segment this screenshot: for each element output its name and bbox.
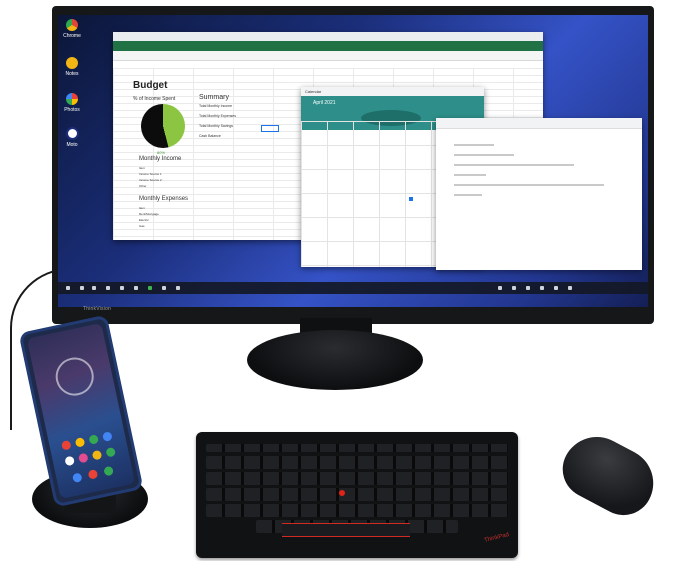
taskbar-app-icon[interactable] bbox=[120, 286, 124, 290]
status-icon[interactable] bbox=[568, 286, 572, 290]
pie-label: % of Income Spent bbox=[133, 96, 176, 102]
email-window[interactable] bbox=[436, 118, 642, 270]
phone-app-icon bbox=[74, 437, 86, 448]
taskbar-app-icon[interactable] bbox=[176, 286, 180, 290]
window-titlebar[interactable]: Calendar bbox=[301, 87, 484, 96]
key-row bbox=[206, 456, 508, 469]
desktop-icon-label: Chrome bbox=[63, 33, 81, 39]
key-row bbox=[206, 504, 508, 517]
window-titlebar[interactable] bbox=[436, 118, 642, 129]
taskbar-app-icon[interactable] bbox=[148, 286, 152, 290]
phone-app-icon bbox=[105, 446, 117, 458]
summary-line: Cash Balance bbox=[199, 134, 221, 138]
mail-text-line bbox=[454, 194, 482, 196]
summary-line: Total Monthly Expenses bbox=[199, 114, 236, 118]
wireless-mouse bbox=[552, 424, 666, 526]
mail-text-line bbox=[454, 174, 486, 176]
trackpoint-nub bbox=[339, 490, 345, 496]
photos-icon[interactable]: Photos bbox=[62, 93, 82, 113]
smartphone bbox=[18, 314, 144, 508]
income-pie-chart bbox=[141, 104, 185, 148]
phone-app-icon bbox=[91, 449, 103, 461]
taskbar-app-icon[interactable] bbox=[80, 286, 84, 290]
expense-row: Electric bbox=[139, 218, 149, 222]
notes-icon[interactable]: Notes bbox=[62, 57, 82, 77]
phone-dock-app-icon bbox=[87, 469, 99, 480]
expense-row: Rent/Mortgage bbox=[139, 212, 159, 216]
phone-dock-app-icon bbox=[71, 472, 83, 484]
calendar-month: April 2021 bbox=[313, 100, 336, 106]
mail-text-line bbox=[454, 184, 604, 186]
desktop-icon-label: Photos bbox=[64, 107, 80, 113]
phone-app-icon bbox=[77, 452, 89, 464]
expenses-title: Monthly Expenses bbox=[139, 196, 189, 202]
pie-percent: 80% bbox=[157, 150, 166, 155]
income-row: Income Source 2 bbox=[139, 178, 162, 182]
expense-row: Item bbox=[139, 206, 145, 210]
phone-app-icon bbox=[60, 439, 72, 451]
taskbar[interactable] bbox=[58, 282, 648, 294]
mail-text-line bbox=[454, 154, 514, 156]
status-icon[interactable] bbox=[540, 286, 544, 290]
phone-app-icon bbox=[88, 434, 100, 445]
chrome-icon[interactable]: Chrome bbox=[62, 19, 82, 39]
summary-line: Total Monthly Savings bbox=[199, 124, 234, 128]
taskbar-app-icon[interactable] bbox=[106, 286, 110, 290]
mail-text-line bbox=[454, 144, 494, 146]
desktop-icon-label: Notes bbox=[65, 71, 79, 77]
income-row: Income Source 1 bbox=[139, 172, 162, 176]
summary-line: Total Monthly Income bbox=[199, 104, 233, 108]
phone-app-icon bbox=[102, 431, 113, 442]
ribbon-tabs[interactable] bbox=[113, 41, 543, 51]
key-row bbox=[206, 472, 508, 485]
key-row bbox=[206, 488, 508, 501]
phone-dock-app-icon bbox=[103, 465, 114, 477]
window-titlebar[interactable] bbox=[113, 32, 543, 41]
status-icon[interactable] bbox=[554, 286, 558, 290]
budget-title: Budget bbox=[133, 80, 168, 91]
phone-clock-ring bbox=[52, 354, 98, 400]
taskbar-app-icon[interactable] bbox=[92, 286, 96, 290]
status-icon[interactable] bbox=[512, 286, 516, 290]
taskbar-app-icon[interactable] bbox=[134, 286, 138, 290]
keyboard bbox=[196, 432, 518, 558]
calendar-event[interactable] bbox=[409, 197, 413, 201]
monitor-brand: ThinkVision bbox=[83, 306, 111, 312]
ribbon-toolbar[interactable] bbox=[113, 51, 543, 61]
function-key-row bbox=[206, 444, 508, 452]
phone-app-icon bbox=[64, 455, 75, 467]
summary-title: Summary bbox=[199, 94, 229, 101]
expense-row: Gas bbox=[139, 224, 145, 228]
selected-cell[interactable] bbox=[261, 125, 279, 132]
desktop-icon-label: Moto bbox=[66, 142, 78, 148]
income-row: Item bbox=[139, 166, 145, 170]
income-row: Other bbox=[139, 184, 147, 188]
status-icon[interactable] bbox=[498, 286, 502, 290]
taskbar-app-icon[interactable] bbox=[162, 286, 166, 290]
trackpoint-buttons bbox=[282, 523, 410, 537]
status-icon[interactable] bbox=[526, 286, 530, 290]
phone-screen bbox=[26, 322, 136, 500]
monitor-stand-base bbox=[247, 330, 423, 390]
calendar-title: Calendar bbox=[305, 89, 322, 94]
launcher-icon[interactable] bbox=[66, 286, 70, 290]
moto-icon[interactable]: Moto bbox=[62, 127, 82, 148]
income-title: Monthly Income bbox=[139, 156, 182, 162]
mail-text-line bbox=[454, 164, 574, 166]
